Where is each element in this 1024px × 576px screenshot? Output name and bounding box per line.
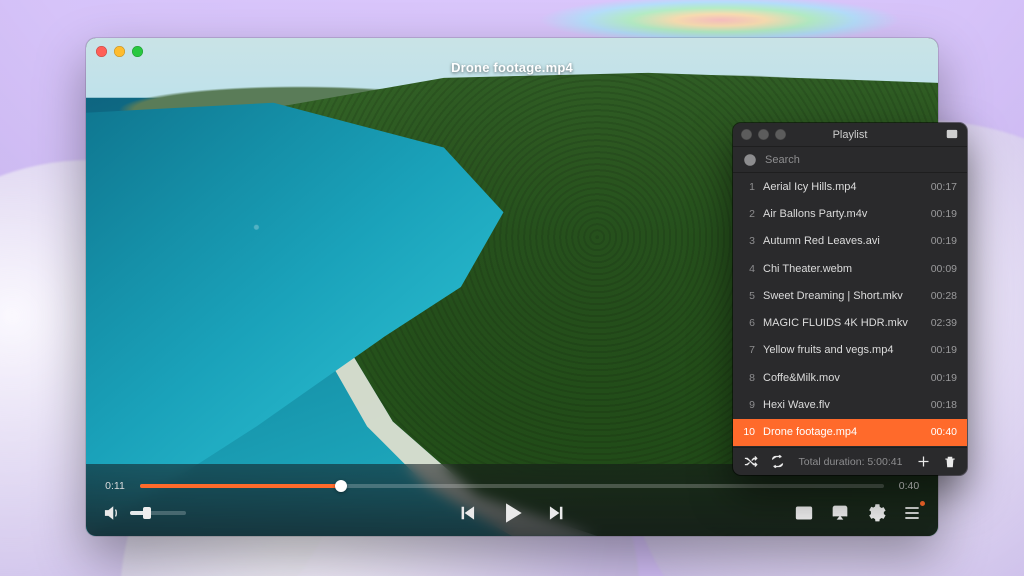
playlist-item[interactable]: 8 Coffe&Milk.mov 00:19 bbox=[733, 364, 967, 391]
playlist-item-index: 2 bbox=[741, 208, 755, 220]
volume-knob[interactable] bbox=[143, 507, 151, 519]
playlist-item-index: 10 bbox=[741, 426, 755, 438]
playlist-item[interactable]: 10 Drone footage.mp4 00:40 bbox=[733, 419, 967, 446]
playlist-close-button[interactable] bbox=[741, 129, 752, 140]
playlist-item-index: 4 bbox=[741, 263, 755, 275]
seek-fill bbox=[140, 484, 341, 488]
playlist-item[interactable]: 5 Sweet Dreaming | Short.mkv 00:28 bbox=[733, 282, 967, 309]
volume-slider[interactable] bbox=[130, 511, 186, 515]
playlist-item-name: Drone footage.mp4 bbox=[763, 426, 923, 438]
playlist-titlebar: Playlist bbox=[733, 123, 967, 147]
playlist-item-name: Chi Theater.webm bbox=[763, 263, 923, 275]
seek-slider[interactable] bbox=[140, 484, 884, 488]
playlist-item-duration: 02:39 bbox=[931, 317, 957, 329]
playlist-item-name: Yellow fruits and vegs.mp4 bbox=[763, 344, 923, 356]
playlist-item-name: Coffe&Milk.mov bbox=[763, 372, 923, 384]
playlist-item-duration: 00:19 bbox=[931, 372, 957, 384]
playlist-item[interactable]: 4 Chi Theater.webm 00:09 bbox=[733, 255, 967, 282]
elapsed-time-label: 0:11 bbox=[102, 480, 128, 492]
playlist-minimize-button[interactable] bbox=[758, 129, 769, 140]
playlist-item-name: Autumn Red Leaves.avi bbox=[763, 235, 923, 247]
playlist-search-input[interactable] bbox=[765, 154, 957, 166]
playlist-item-duration: 00:19 bbox=[931, 235, 957, 247]
picture-in-picture-button[interactable] bbox=[794, 503, 814, 523]
playlist-item[interactable]: 9 Hexi Wave.flv 00:18 bbox=[733, 391, 967, 418]
playlist-item-name: Hexi Wave.flv bbox=[763, 399, 923, 411]
playlist-item[interactable]: 6 MAGIC FLUIDS 4K HDR.mkv 02:39 bbox=[733, 309, 967, 336]
playlist-item-index: 7 bbox=[741, 344, 755, 356]
playlist-item[interactable]: 1 Aerial Icy Hills.mp4 00:17 bbox=[733, 173, 967, 200]
playlist-item-name: Air Ballons Party.m4v bbox=[763, 208, 923, 220]
playlist-item-name: Aerial Icy Hills.mp4 bbox=[763, 181, 923, 193]
playlist-item-duration: 00:09 bbox=[931, 263, 957, 275]
playlist-item-index: 8 bbox=[741, 372, 755, 384]
detach-window-button[interactable] bbox=[945, 127, 959, 141]
playlist-item-index: 6 bbox=[741, 317, 755, 329]
playlist-footer: Total duration: 5:00:41 bbox=[733, 447, 967, 475]
window-traffic-lights bbox=[96, 46, 143, 57]
total-time-label: 0:40 bbox=[896, 480, 922, 492]
volume-control bbox=[102, 503, 186, 523]
playlist-item-duration: 00:28 bbox=[931, 290, 957, 302]
window-zoom-button[interactable] bbox=[132, 46, 143, 57]
previous-track-button[interactable] bbox=[457, 503, 477, 523]
player-titlebar bbox=[86, 38, 938, 64]
playlist-item[interactable]: 7 Yellow fruits and vegs.mp4 00:19 bbox=[733, 337, 967, 364]
shuffle-button[interactable] bbox=[743, 454, 758, 469]
playlist-item-duration: 00:19 bbox=[931, 208, 957, 220]
window-minimize-button[interactable] bbox=[114, 46, 125, 57]
playlist-item-index: 3 bbox=[741, 235, 755, 247]
playlist-item-index: 9 bbox=[741, 399, 755, 411]
total-duration-label: Total duration: 5:00:41 bbox=[797, 456, 904, 468]
playlist-item[interactable]: 2 Air Ballons Party.m4v 00:19 bbox=[733, 200, 967, 227]
playlist-item-duration: 00:19 bbox=[931, 344, 957, 356]
playlist-item-duration: 00:18 bbox=[931, 399, 957, 411]
speaker-icon[interactable] bbox=[102, 503, 122, 523]
delete-from-playlist-button[interactable] bbox=[943, 455, 957, 469]
seek-knob[interactable] bbox=[335, 480, 347, 492]
add-to-playlist-button[interactable] bbox=[916, 454, 931, 469]
playlist-search-row bbox=[733, 147, 967, 173]
playlist-indicator-dot bbox=[920, 501, 925, 506]
playlist-item-index: 1 bbox=[741, 181, 755, 193]
playlist-zoom-button[interactable] bbox=[775, 129, 786, 140]
playlist-toggle-button[interactable] bbox=[902, 503, 922, 523]
window-close-button[interactable] bbox=[96, 46, 107, 57]
play-button[interactable] bbox=[499, 500, 525, 526]
playlist-items: 1 Aerial Icy Hills.mp4 00:17 2 Air Ballons P… bbox=[733, 173, 967, 447]
next-track-button[interactable] bbox=[547, 503, 567, 523]
airplay-button[interactable] bbox=[830, 503, 850, 523]
filter-icon[interactable] bbox=[743, 153, 757, 167]
playlist-item-index: 5 bbox=[741, 290, 755, 302]
playlist-item-duration: 00:17 bbox=[931, 181, 957, 193]
settings-button[interactable] bbox=[866, 503, 886, 523]
playlist-item-name: Sweet Dreaming | Short.mkv bbox=[763, 290, 923, 302]
repeat-button[interactable] bbox=[770, 454, 785, 469]
playlist-item[interactable]: 3 Autumn Red Leaves.avi 00:19 bbox=[733, 228, 967, 255]
playlist-item-name: MAGIC FLUIDS 4K HDR.mkv bbox=[763, 317, 923, 329]
playlist-item-duration: 00:40 bbox=[931, 426, 957, 438]
playlist-panel: Playlist 1 Aerial Icy Hills.mp4 00:17 2 Air … bbox=[733, 123, 967, 475]
